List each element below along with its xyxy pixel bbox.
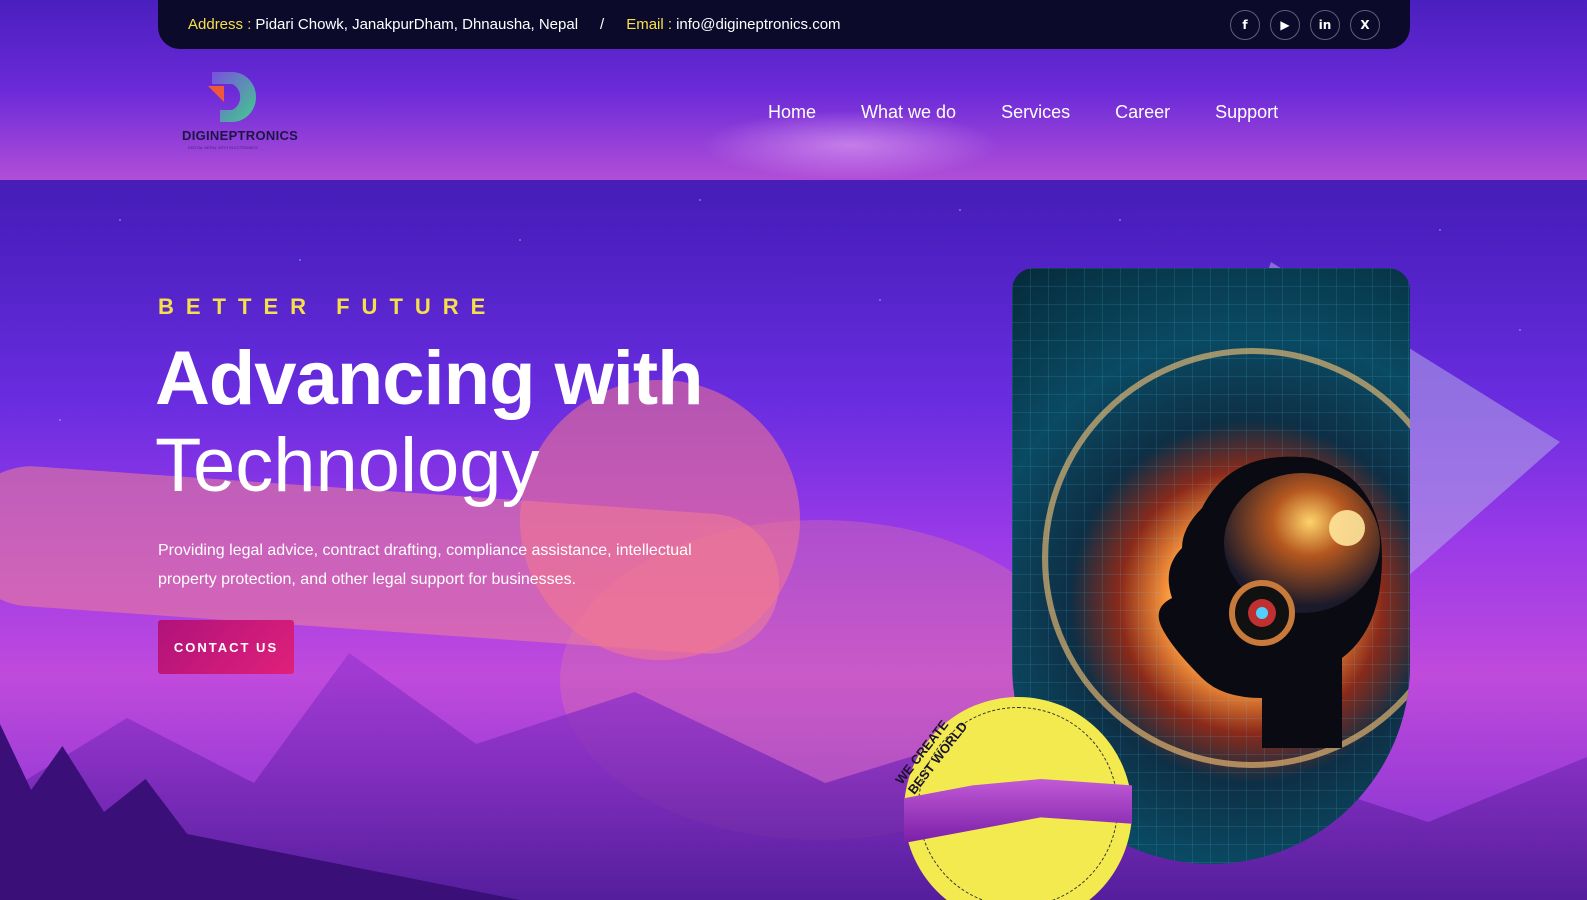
- address-value: Pidari Chowk, JanakpurDham, Dhnausha, Ne…: [255, 16, 579, 33]
- x-icon[interactable]: X: [1350, 9, 1380, 40]
- brand-tagline: DIGITAL NEPAL WITH ELECTRONICS: [188, 145, 258, 150]
- separator: /: [600, 16, 605, 33]
- hero-eyebrow: BETTER FUTURE: [158, 294, 498, 319]
- social-links: f ▶ in X: [1230, 9, 1380, 40]
- email-link[interactable]: info@digineptronics.com: [676, 16, 840, 33]
- nav-career[interactable]: Career: [1115, 102, 1170, 123]
- nav-what-we-do[interactable]: What we do: [861, 102, 956, 123]
- hero-title-line1: Advancing with: [155, 336, 704, 421]
- hero-title-line2: Technology: [155, 423, 540, 508]
- logo-mark-icon: [208, 72, 256, 122]
- main-nav: Home What we do Services Career Support: [768, 102, 1278, 123]
- nav-services[interactable]: Services: [1001, 102, 1070, 123]
- decor-swirl: [520, 380, 800, 660]
- brand-name: DIGINEPTRONICS: [182, 128, 299, 143]
- youtube-icon[interactable]: ▶: [1270, 9, 1300, 40]
- hero-description: Providing legal advice, contract draftin…: [158, 542, 692, 588]
- email-label: Email :: [626, 16, 673, 33]
- linkedin-icon[interactable]: in: [1310, 9, 1340, 40]
- top-info-bar: Address : Pidari Chowk, JanakpurDham, Dh…: [158, 0, 1410, 49]
- nav-support[interactable]: Support: [1215, 102, 1278, 123]
- address-label: Address :: [188, 16, 252, 33]
- nav-home[interactable]: Home: [768, 102, 816, 123]
- facebook-icon[interactable]: f: [1230, 9, 1260, 40]
- contact-us-button[interactable]: CONTACT US: [158, 620, 294, 674]
- robot-head-icon: [1158, 456, 1382, 748]
- brand-logo[interactable]: DIGINEPTRONICS DIGITAL NEPAL WITH ELECTR…: [180, 68, 298, 152]
